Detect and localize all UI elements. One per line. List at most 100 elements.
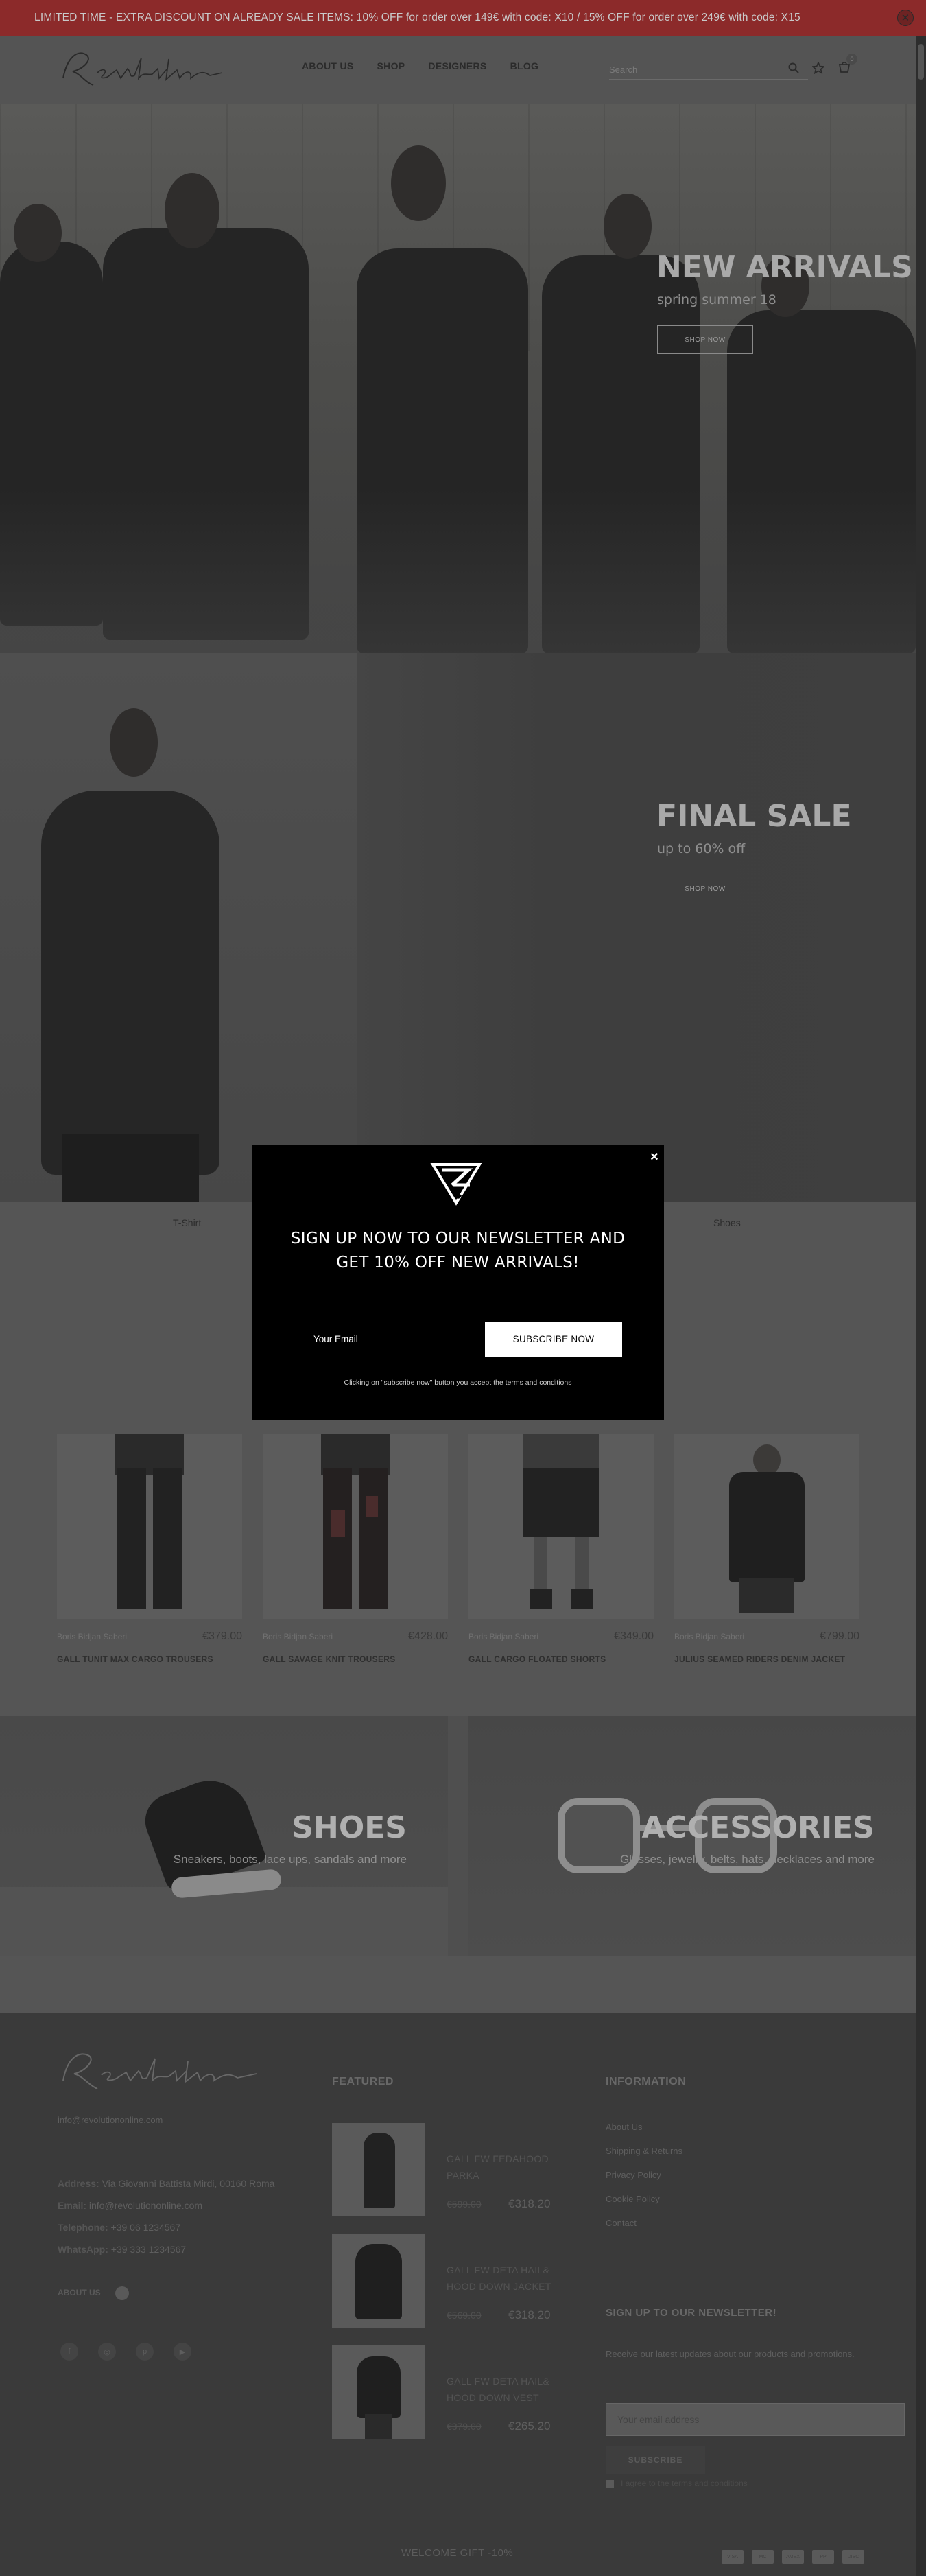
footer-about-link[interactable]: ABOUT US xyxy=(58,2286,130,2300)
product-name[interactable]: JULIUS SEAMED RIDERS DENIM JACKET xyxy=(674,1651,859,1667)
hero2-subtitle: up to 60% off xyxy=(657,841,746,856)
product-image[interactable] xyxy=(263,1434,448,1619)
hero2-title: FINAL SALE xyxy=(656,799,852,834)
paypal-icon: PP xyxy=(812,2550,834,2564)
search-icon[interactable] xyxy=(783,58,804,78)
main-nav: ABOUT US SHOP DESIGNERS BLOG xyxy=(302,60,562,71)
modal-email-input[interactable]: Your Email xyxy=(309,1322,474,1357)
nav-designers[interactable]: DESIGNERS xyxy=(428,60,486,71)
facebook-icon[interactable]: f xyxy=(60,2343,78,2361)
youtube-icon[interactable]: ▶ xyxy=(174,2343,191,2361)
modal-terms-note: Clicking on "subscribe now" button you a… xyxy=(344,1379,572,1387)
modal-heading: SIGN UP NOW TO OUR NEWSLETTER AND GET 10… xyxy=(290,1230,626,1272)
banner-shoes[interactable]: SHOES Sneakers, boots, lace ups, sandals… xyxy=(0,1716,448,1956)
pinterest-icon[interactable]: p xyxy=(136,2343,154,2361)
nav-blog[interactable]: BLOG xyxy=(510,60,539,71)
page: LIMITED TIME - EXTRA DISCOUNT ON ALREADY… xyxy=(0,0,926,2576)
page-scrollbar[interactable] xyxy=(916,36,926,2576)
product-image[interactable] xyxy=(57,1434,242,1619)
product-price: €379.00 xyxy=(202,1630,242,1642)
footer-whatsapp[interactable]: WhatsApp: +39 333 1234567 xyxy=(58,2244,186,2255)
hero1-shop-now-button[interactable]: SHOP NOW xyxy=(657,325,753,354)
welcome-gift-link[interactable]: WELCOME GIFT -10% xyxy=(401,2547,513,2559)
featured-product-name[interactable]: GALL FW DETA HAIL& HOOD DOWN JACKET xyxy=(447,2262,577,2295)
hero2-shop-now-button[interactable]: SHOP NOW xyxy=(657,874,753,903)
product-card[interactable]: Boris Bidjan Saberi €349.00 GALL CARGO F… xyxy=(468,1434,654,1667)
scrollbar-thumb[interactable] xyxy=(918,44,924,80)
featured-product-name[interactable]: GALL FW DETA HAIL& HOOD DOWN VEST xyxy=(447,2373,577,2406)
tab-shoes[interactable]: Shoes xyxy=(713,1217,741,1228)
featured-old-price: €569.00 xyxy=(447,2310,482,2321)
footer-link-shipping[interactable]: Shipping & Returns xyxy=(606,2146,682,2156)
footer-newsletter-text: Receive our latest updates about our pro… xyxy=(606,2349,855,2359)
close-icon[interactable]: ✕ xyxy=(649,1152,660,1163)
search-input[interactable]: Search xyxy=(609,58,808,80)
site-logo[interactable] xyxy=(58,43,229,97)
footer-link-cookie[interactable]: Cookie Policy xyxy=(606,2194,660,2204)
product-image[interactable] xyxy=(468,1434,654,1619)
product-price: €349.00 xyxy=(614,1630,654,1642)
hero-new-arrivals[interactable]: NEW ARRIVALS spring summer 18 SHOP NOW xyxy=(0,104,916,653)
featured-product-image[interactable] xyxy=(332,2123,425,2216)
product-brand[interactable]: Boris Bidjan Saberi xyxy=(468,1632,538,1641)
banner-accessories-title: ACCESSORIES xyxy=(641,1810,875,1845)
featured-product-name[interactable]: GALL FW FEDAHOOD PARKA xyxy=(447,2151,563,2183)
featured-new-price: €318.20 xyxy=(508,2197,551,2210)
footer-consent[interactable]: I agree to the terms and conditions xyxy=(606,2479,748,2488)
product-brand[interactable]: Boris Bidjan Saberi xyxy=(57,1632,127,1641)
featured-old-price: €379.00 xyxy=(447,2421,482,2432)
wishlist-star-icon[interactable] xyxy=(808,58,829,78)
product-name[interactable]: GALL TUNIT MAX CARGO TROUSERS xyxy=(57,1651,242,1667)
product-card[interactable]: Boris Bidjan Saberi €799.00 JULIUS SEAME… xyxy=(674,1434,859,1667)
product-card[interactable]: Boris Bidjan Saberi €379.00 GALL TUNIT M… xyxy=(57,1434,242,1667)
product-name[interactable]: GALL CARGO FLOATED SHORTS xyxy=(468,1651,654,1667)
product-brand[interactable]: Boris Bidjan Saberi xyxy=(263,1632,333,1641)
brand-logo-icon xyxy=(429,1158,484,1206)
footer-information-heading: INFORMATION xyxy=(606,2076,687,2087)
site-footer: info@revolutiononline.com Address: Via G… xyxy=(0,2013,916,2576)
featured-new-price: €318.20 xyxy=(508,2308,551,2321)
footer-link-privacy[interactable]: Privacy Policy xyxy=(606,2170,661,2180)
amex-icon: AMEX xyxy=(782,2550,804,2564)
footer-newsletter-heading: SIGN UP TO OUR NEWSLETTER! xyxy=(606,2307,777,2319)
spacer xyxy=(0,1956,916,2013)
nav-about-us[interactable]: ABOUT US xyxy=(302,60,354,71)
featured-new-price: €265.20 xyxy=(508,2420,551,2433)
product-brand[interactable]: Boris Bidjan Saberi xyxy=(674,1632,744,1641)
product-price: €799.00 xyxy=(820,1630,859,1642)
arrow-icon xyxy=(115,2286,130,2300)
discover-icon: DISC xyxy=(842,2550,864,2564)
product-price: €428.00 xyxy=(408,1630,448,1642)
visa-icon: VISA xyxy=(722,2550,744,2564)
featured-old-price: €599.00 xyxy=(447,2199,482,2210)
footer-newsletter-email-input[interactable]: Your email address xyxy=(606,2403,905,2436)
product-image[interactable] xyxy=(674,1434,859,1619)
tab-t-shirt[interactable]: T-Shirt xyxy=(173,1217,201,1228)
close-icon[interactable]: ✕ xyxy=(897,10,914,26)
product-card[interactable]: Boris Bidjan Saberi €428.00 GALL SAVAGE … xyxy=(263,1434,448,1667)
footer-subscribe-button[interactable]: SUBSCRIBE xyxy=(606,2446,705,2474)
announcement-bar: LIMITED TIME - EXTRA DISCOUNT ON ALREADY… xyxy=(0,0,926,36)
featured-product-image[interactable] xyxy=(332,2234,425,2328)
hero-final-sale[interactable]: FINAL SALE up to 60% off SHOP NOW xyxy=(0,653,916,1202)
footer-email-top[interactable]: info@revolutiononline.com xyxy=(58,2115,163,2125)
subscribe-now-button[interactable]: SUBSCRIBE NOW xyxy=(485,1322,622,1357)
product-name[interactable]: GALL SAVAGE KNIT TROUSERS xyxy=(263,1651,448,1667)
footer-featured-heading: FEATURED xyxy=(332,2076,394,2087)
banner-accessories[interactable]: ACCESSORIES Glasses, jewelry, belts, hat… xyxy=(468,1716,916,1956)
footer-phone[interactable]: Telephone: +39 06 1234567 xyxy=(58,2222,180,2233)
footer-email[interactable]: Email: info@revolutiononline.com xyxy=(58,2200,202,2211)
instagram-icon[interactable]: ◎ xyxy=(98,2343,116,2361)
cart-count-badge: 0 xyxy=(846,54,857,65)
banner-shoes-subtitle: Sneakers, boots, lace ups, sandals and m… xyxy=(173,1853,407,1866)
footer-logo[interactable] xyxy=(58,2041,263,2103)
banner-shoes-title: SHOES xyxy=(292,1810,407,1845)
featured-product-image[interactable] xyxy=(332,2345,425,2439)
footer-link-about[interactable]: About Us xyxy=(606,2122,642,2132)
footer-link-contact[interactable]: Contact xyxy=(606,2218,637,2228)
banner-accessories-subtitle: Glasses, jewelry, belts, hats, necklaces… xyxy=(619,1853,875,1866)
cart-icon[interactable]: 0 xyxy=(834,54,857,78)
announcement-text: LIMITED TIME - EXTRA DISCOUNT ON ALREADY… xyxy=(34,12,800,23)
nav-shop[interactable]: SHOP xyxy=(377,60,405,71)
checkbox xyxy=(606,2479,614,2488)
